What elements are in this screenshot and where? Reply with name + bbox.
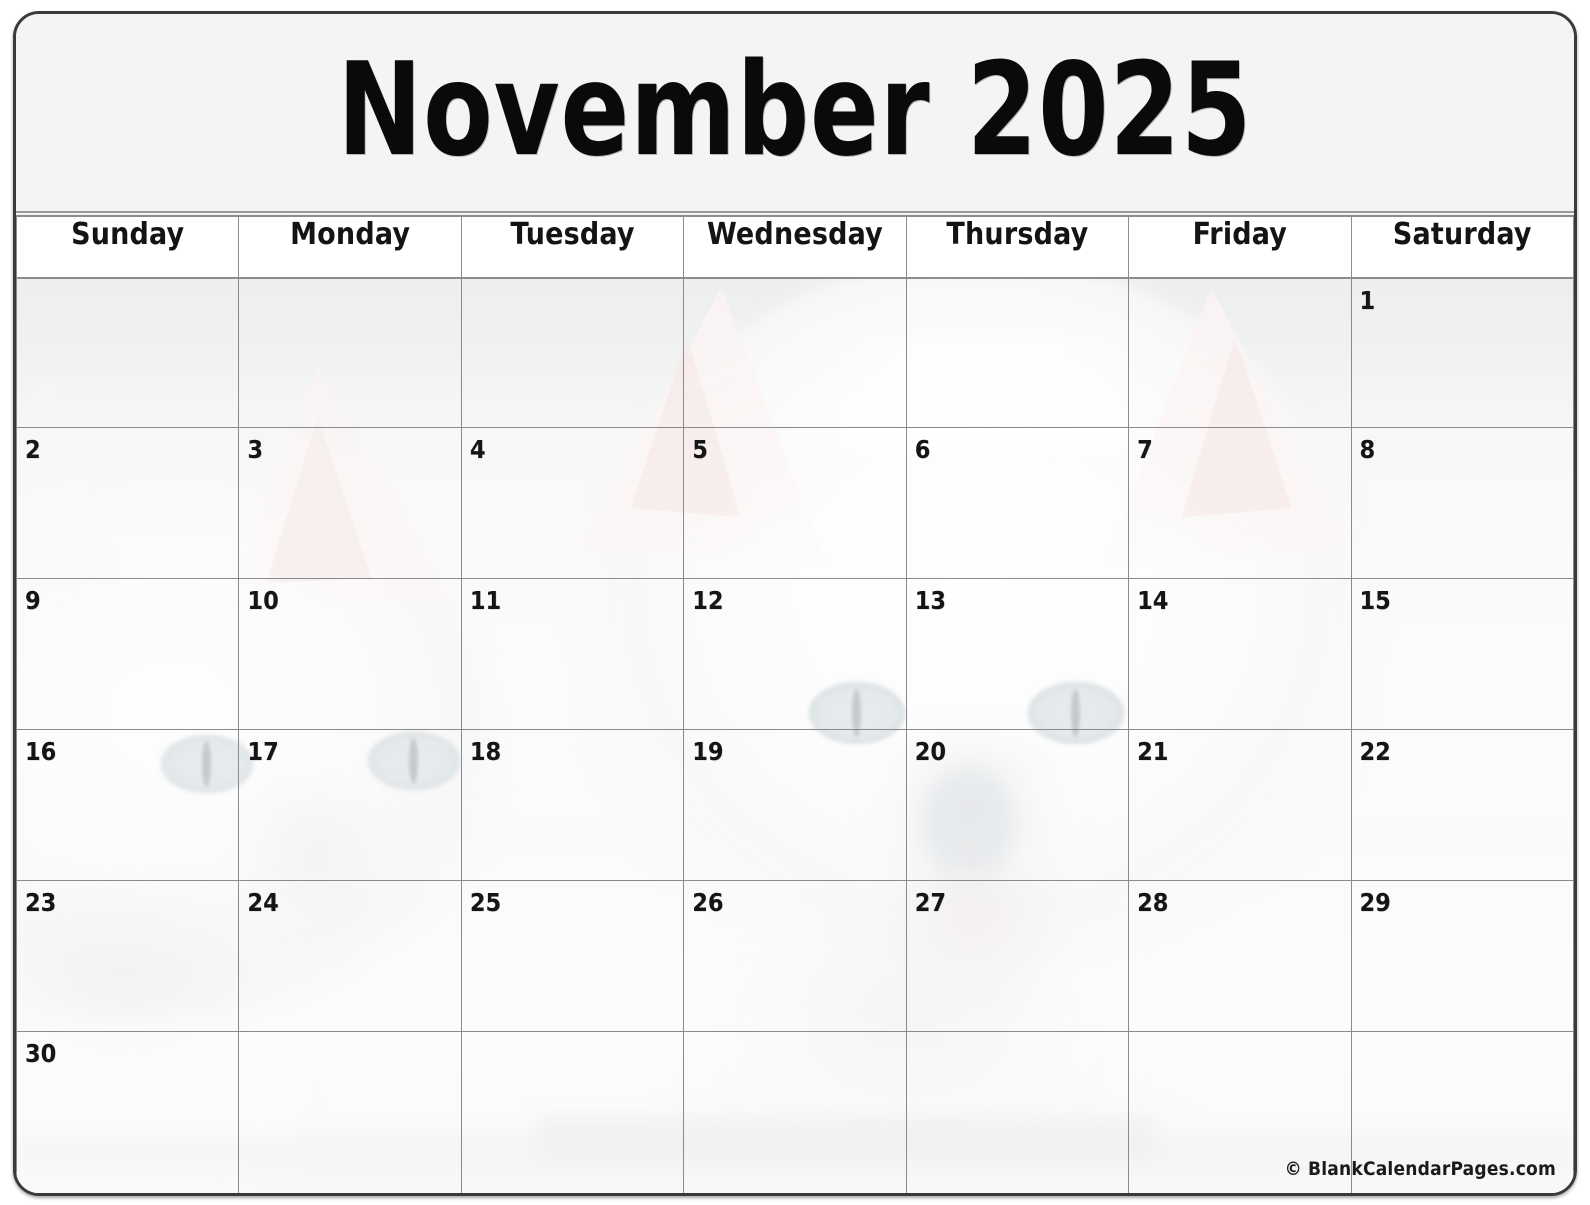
day-number: 1 bbox=[1359, 286, 1376, 315]
day-cell[interactable] bbox=[683, 1031, 907, 1193]
day-number: 2 bbox=[25, 435, 41, 464]
day-cell[interactable]: 11 bbox=[460, 578, 685, 730]
day-cell[interactable]: 17 bbox=[238, 729, 462, 881]
day-cell[interactable] bbox=[238, 1031, 462, 1193]
calendar-week-row: 9 10 11 12 13 14 15 bbox=[16, 578, 1574, 730]
day-cell[interactable] bbox=[905, 277, 1130, 428]
calendar-week-row: 23 24 25 26 27 28 29 bbox=[16, 880, 1574, 1032]
day-number: 13 bbox=[914, 586, 946, 615]
day-number: 14 bbox=[1137, 586, 1169, 615]
day-cell[interactable]: 14 bbox=[1128, 578, 1352, 730]
weekday-header-friday: Friday bbox=[1128, 215, 1352, 279]
day-number: 9 bbox=[25, 586, 41, 615]
day-number: 16 bbox=[25, 737, 57, 766]
day-number: 30 bbox=[25, 1039, 57, 1068]
day-number: 11 bbox=[469, 586, 502, 615]
day-cell[interactable]: 23 bbox=[16, 880, 240, 1032]
day-number: 29 bbox=[1359, 888, 1391, 917]
page-title: November 2025 bbox=[337, 35, 1253, 185]
day-cell[interactable]: 10 bbox=[238, 578, 462, 730]
day-cell[interactable]: 28 bbox=[1128, 880, 1352, 1032]
calendar-week-row: 2 3 4 5 6 7 8 bbox=[16, 427, 1574, 579]
day-number: 7 bbox=[1137, 435, 1153, 464]
day-cell[interactable] bbox=[238, 277, 462, 428]
day-cell[interactable]: 29 bbox=[1350, 880, 1574, 1032]
day-cell[interactable] bbox=[1128, 277, 1352, 428]
day-number: 27 bbox=[914, 888, 946, 917]
day-cell[interactable] bbox=[460, 277, 685, 428]
weekday-header-row: Sunday Monday Tuesday Wednesday Thursday… bbox=[16, 215, 1574, 279]
weekday-header-saturday: Saturday bbox=[1350, 215, 1574, 279]
day-cell[interactable]: 26 bbox=[683, 880, 907, 1032]
day-number: 10 bbox=[247, 586, 279, 615]
day-number: 18 bbox=[469, 737, 502, 766]
day-number: 8 bbox=[1359, 435, 1376, 464]
day-cell[interactable]: 16 bbox=[16, 729, 240, 881]
weekday-header-monday: Monday bbox=[238, 215, 462, 279]
day-number: 15 bbox=[1359, 586, 1391, 615]
day-cell[interactable] bbox=[905, 1031, 1130, 1193]
day-cell[interactable]: 21 bbox=[1128, 729, 1352, 881]
weekday-header-wednesday: Wednesday bbox=[683, 215, 907, 279]
day-cell[interactable]: 19 bbox=[683, 729, 907, 881]
day-number: 6 bbox=[914, 435, 931, 464]
day-cell[interactable] bbox=[460, 1031, 685, 1193]
day-cell[interactable]: 25 bbox=[460, 880, 685, 1032]
day-number: 3 bbox=[247, 435, 264, 464]
day-cell[interactable]: 20 bbox=[905, 729, 1130, 881]
day-number: 19 bbox=[692, 737, 724, 766]
calendar-month-grid: Sunday Monday Tuesday Wednesday Thursday… bbox=[16, 215, 1574, 1193]
day-cell[interactable]: 22 bbox=[1350, 729, 1574, 881]
day-number: 26 bbox=[692, 888, 724, 917]
day-cell[interactable]: 5 bbox=[683, 427, 907, 579]
day-cell[interactable] bbox=[683, 277, 907, 428]
day-number: 17 bbox=[247, 737, 279, 766]
day-cell[interactable]: 8 bbox=[1350, 427, 1574, 579]
day-cell[interactable]: 7 bbox=[1128, 427, 1352, 579]
day-cell[interactable]: 18 bbox=[460, 729, 685, 881]
day-cell[interactable]: 9 bbox=[16, 578, 240, 730]
calendar-week-row: 1 bbox=[16, 277, 1574, 428]
day-number: 22 bbox=[1359, 737, 1391, 766]
calendar-week-row: 16 17 18 19 20 21 22 bbox=[16, 729, 1574, 881]
weekday-header-tuesday: Tuesday bbox=[460, 215, 685, 279]
calendar-card: November 2025 Sunday Monday Tuesday Wedn… bbox=[13, 11, 1577, 1196]
day-cell[interactable]: 6 bbox=[905, 427, 1130, 579]
day-number: 28 bbox=[1137, 888, 1169, 917]
day-cell[interactable]: 3 bbox=[238, 427, 462, 579]
weekday-header-sunday: Sunday bbox=[16, 215, 240, 279]
calendar-grid-wrapper: Sunday Monday Tuesday Wednesday Thursday… bbox=[16, 215, 1574, 1193]
day-cell[interactable]: 15 bbox=[1350, 578, 1574, 730]
day-number: 25 bbox=[469, 888, 502, 917]
day-number: 20 bbox=[914, 737, 946, 766]
day-cell[interactable]: 27 bbox=[905, 880, 1130, 1032]
site-credit[interactable]: © BlankCalendarPages.com bbox=[1285, 1158, 1556, 1180]
day-number: 21 bbox=[1137, 737, 1169, 766]
calendar-weeks: 1 2 3 4 5 6 7 8 9 10 11 12 13 14 15 16 1… bbox=[16, 277, 1574, 1193]
day-cell[interactable]: 30 bbox=[16, 1031, 240, 1193]
weekday-header-thursday: Thursday bbox=[905, 215, 1130, 279]
day-number: 4 bbox=[469, 435, 486, 464]
day-cell[interactable]: 13 bbox=[905, 578, 1130, 730]
day-cell[interactable]: 12 bbox=[683, 578, 907, 730]
day-cell[interactable]: 2 bbox=[16, 427, 240, 579]
calendar-title-band: November 2025 bbox=[16, 14, 1574, 213]
day-cell[interactable]: 24 bbox=[238, 880, 462, 1032]
day-cell[interactable]: 1 bbox=[1350, 277, 1574, 428]
day-cell[interactable] bbox=[16, 277, 240, 428]
day-number: 23 bbox=[25, 888, 57, 917]
day-number: 5 bbox=[692, 435, 708, 464]
day-number: 24 bbox=[247, 888, 279, 917]
day-number: 12 bbox=[692, 586, 724, 615]
day-cell[interactable]: 4 bbox=[460, 427, 685, 579]
